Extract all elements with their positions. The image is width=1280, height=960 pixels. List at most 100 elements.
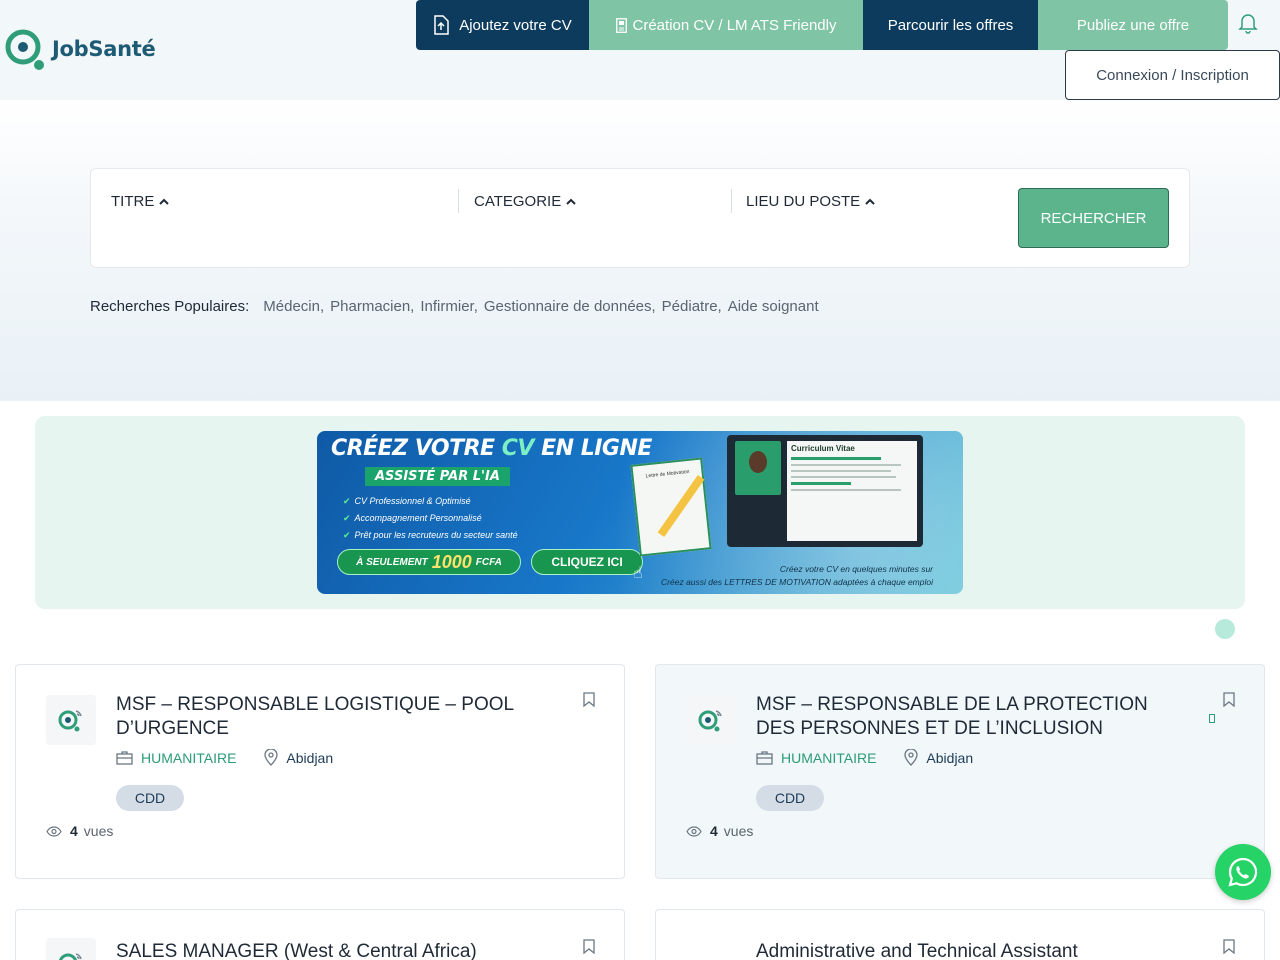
job-title[interactable]: Administrative and Technical Assistant	[756, 940, 1176, 960]
upload-cv-button[interactable]: Ajoutez votre CV	[416, 0, 589, 50]
banner-headline-part: EN LIGNE	[541, 436, 652, 461]
job-location: Abidjan	[286, 749, 334, 766]
site-header: JobSanté Ajoutez votre CV Création CV / …	[0, 0, 1280, 100]
category-filter[interactable]: CATEGORIE	[474, 193, 577, 210]
publish-offer-button[interactable]: Publiez une offre	[1038, 0, 1228, 50]
job-card[interactable]: Administrative and Technical Assistant	[655, 909, 1265, 960]
popular-search-link[interactable]: Aide soignant	[728, 298, 819, 315]
contract-badge: CDD	[756, 785, 824, 811]
tooltip-marker-icon	[1209, 714, 1215, 723]
main-nav: Ajoutez votre CV Création CV / LM ATS Fr…	[416, 0, 1228, 50]
job-title[interactable]: SALES MANAGER (West & Central Africa)	[116, 940, 536, 960]
briefcase-icon	[116, 750, 133, 765]
eye-icon	[46, 825, 62, 837]
popular-searches: Recherches Populaires: Médecin, Pharmaci…	[90, 298, 819, 315]
popular-search-link[interactable]: Gestionnaire de données,	[484, 298, 656, 315]
search-button[interactable]: RECHERCHER	[1018, 188, 1169, 248]
bell-icon[interactable]	[1238, 12, 1258, 39]
cv-line	[791, 476, 896, 478]
publish-offer-label: Publiez une offre	[1076, 16, 1190, 34]
id-card-icon	[615, 17, 627, 33]
view-count: 4 vues	[46, 823, 113, 839]
create-cv-label: Création CV / LM ATS Friendly	[632, 16, 837, 34]
popular-search-link[interactable]: Pharmacien,	[330, 298, 414, 315]
banner-cta-button[interactable]: CLIQUEZ ICI	[531, 549, 643, 575]
whatsapp-chat-button[interactable]	[1215, 844, 1271, 900]
view-count-number: 4	[70, 823, 78, 839]
job-title[interactable]: MSF – RESPONSABLE DE LA PROTECTION DES P…	[756, 693, 1176, 741]
cursor-hand-icon: ☝	[633, 565, 643, 582]
company-logo-icon	[58, 710, 82, 732]
company-logo	[686, 938, 736, 960]
banner-bullet-text: Prêt pour les recruteurs du secteur sant…	[354, 530, 518, 540]
banner-headline-cv: CV	[501, 436, 535, 461]
banner-price-prefix: À SEULEMENT	[356, 556, 428, 568]
job-title[interactable]: MSF – RESPONSABLE LOGISTIQUE – POOL D’UR…	[116, 693, 536, 741]
chevron-up-icon	[865, 198, 875, 205]
bookmark-icon[interactable]	[1223, 692, 1235, 707]
job-category[interactable]: HUMANITAIRE	[141, 750, 236, 766]
letter-document-title: Lettre de Motivation	[645, 468, 690, 480]
chevron-up-icon	[566, 198, 576, 205]
brand-logo[interactable]: JobSanté	[4, 28, 156, 70]
map-pin-icon	[264, 749, 279, 766]
carousel-dot[interactable]	[1215, 619, 1235, 639]
create-cv-button[interactable]: Création CV / LM ATS Friendly	[589, 0, 863, 50]
browse-offers-button[interactable]: Parcourir les offres	[863, 0, 1038, 50]
banner-price: 1000	[431, 551, 472, 572]
title-filter-label: TITRE	[111, 193, 155, 210]
job-category[interactable]: HUMANITAIRE	[781, 750, 876, 766]
job-card[interactable]: SALES MANAGER (West & Central Africa)	[15, 909, 625, 960]
company-logo	[46, 695, 96, 745]
doctor-face	[749, 451, 767, 473]
view-count-label: vues	[723, 823, 754, 839]
whatsapp-icon	[1228, 857, 1258, 887]
divider	[731, 189, 732, 213]
bookmark-icon[interactable]	[1223, 939, 1235, 954]
chevron-up-icon	[159, 198, 170, 205]
job-card[interactable]: MSF – RESPONSABLE DE LA PROTECTION DES P…	[655, 664, 1265, 879]
company-logo-icon	[58, 953, 82, 960]
banner-price-badge: À SEULEMENT 1000 FCFA	[337, 549, 521, 575]
logo-mark-icon	[5, 29, 44, 70]
banner-headline-part: CRÉEZ VOTRE	[331, 436, 495, 461]
cv-line	[791, 489, 901, 491]
popular-search-link[interactable]: Médecin,	[263, 298, 324, 315]
location-filter[interactable]: LIEU DU POSTE	[746, 193, 876, 210]
doctor-photo	[735, 441, 781, 495]
letter-document-image: Lettre de Motivation	[630, 457, 712, 557]
check-icon: ✔	[343, 530, 351, 540]
banner-currency: FCFA	[475, 556, 502, 568]
divider	[458, 189, 459, 213]
login-button[interactable]: Connexion / Inscription	[1065, 50, 1280, 100]
view-count-label: vues	[83, 823, 114, 839]
cv-line	[791, 470, 891, 472]
job-meta: HUMANITAIRE Abidjan	[756, 749, 973, 766]
banner-cta-label: CLIQUEZ ICI	[551, 555, 623, 569]
popular-search-link[interactable]: Pédiatre,	[662, 298, 722, 315]
location-filter-label: LIEU DU POSTE	[746, 193, 861, 210]
search-box: TITRE CATEGORIE LIEU DU POSTE RECHERCHER	[90, 168, 1190, 268]
company-logo	[686, 695, 736, 745]
brand-name: JobSanté	[52, 37, 156, 61]
check-icon: ✔	[343, 496, 351, 506]
title-filter[interactable]: TITRE	[111, 193, 170, 210]
bookmark-icon[interactable]	[583, 939, 595, 954]
upload-cv-label: Ajoutez votre CV	[459, 16, 572, 34]
contract-badge: CDD	[116, 785, 184, 811]
browse-offers-label: Parcourir les offres	[887, 16, 1014, 34]
cv-line	[791, 464, 901, 466]
search-button-label: RECHERCHER	[1040, 209, 1147, 227]
view-count: 4 vues	[686, 823, 753, 839]
cv-document-image: Curriculum Vitae	[787, 441, 917, 541]
job-card[interactable]: MSF – RESPONSABLE LOGISTIQUE – POOL D’UR…	[15, 664, 625, 879]
company-logo	[46, 938, 96, 960]
eye-icon	[686, 825, 702, 837]
banner-bullet-text: CV Professionnel & Optimisé	[354, 496, 471, 506]
briefcase-icon	[756, 750, 773, 765]
banner-tagline: Créez votre CV en quelques minutes sur C…	[657, 563, 933, 589]
popular-search-link[interactable]: Infirmier,	[420, 298, 478, 315]
banner-bullet: ✔ Accompagnement Personnalisé	[343, 510, 518, 527]
promo-banner[interactable]: CRÉEZ VOTRE CV EN LIGNE ASSISTÉ PAR L'IA…	[317, 431, 963, 594]
bookmark-icon[interactable]	[583, 692, 595, 707]
